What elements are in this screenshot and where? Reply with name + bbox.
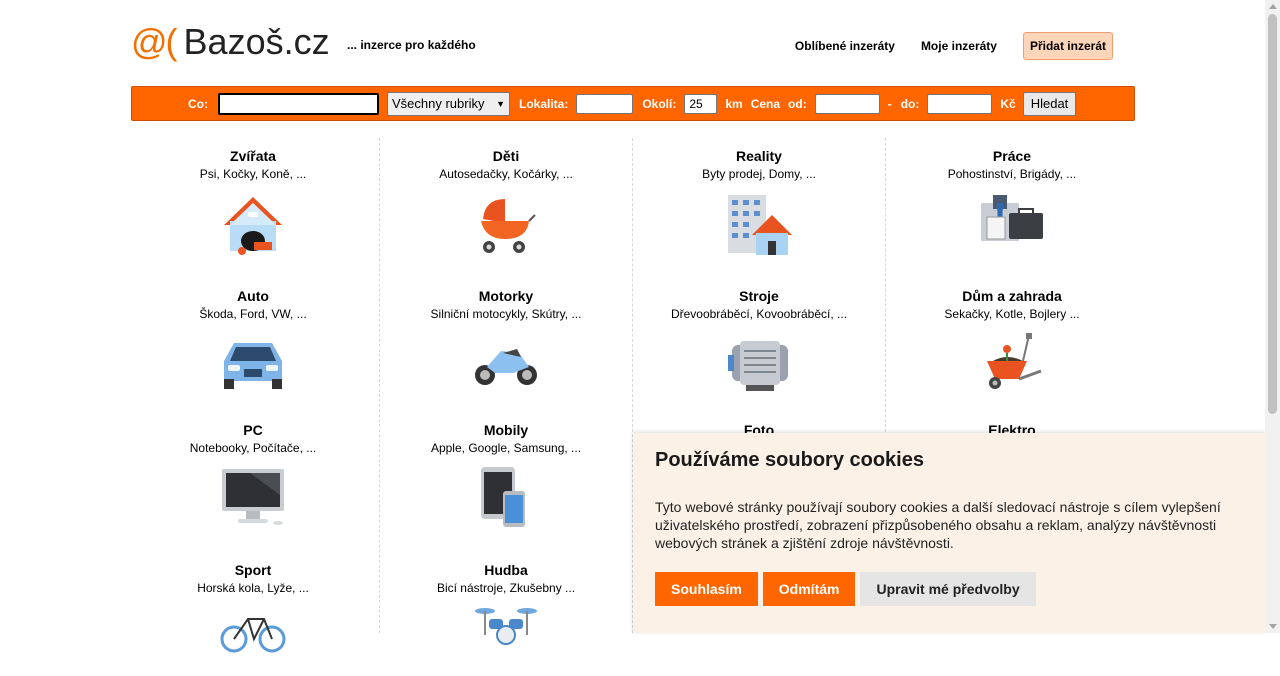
category-select-value: Všechny rubriky: [392, 96, 485, 111]
briefcase-icon[interactable]: [979, 191, 1045, 257]
category-subtitle: Sekačky, Kotle, Bojlery ...: [944, 307, 1080, 321]
category-subtitle: Autosedačky, Kočárky, ...: [439, 167, 573, 181]
category-sport[interactable]: Sport Horská kola, Lyže, ...: [127, 562, 379, 671]
category-subtitle: Notebooky, Počítače, ...: [189, 441, 317, 455]
site-logo[interactable]: @( Bazoš.cz: [131, 22, 330, 62]
price-to-label: do:: [900, 96, 920, 111]
buildings-icon[interactable]: [726, 191, 792, 257]
category-title[interactable]: Motorky: [380, 288, 632, 304]
logo-text: Bazoš.cz: [183, 21, 330, 62]
car-icon[interactable]: [220, 331, 286, 397]
search-button[interactable]: Hledat: [1022, 91, 1077, 116]
category-title[interactable]: Hudba: [380, 562, 632, 578]
category-subtitle: Byty prodej, Domy, ...: [702, 167, 816, 181]
search-bar: Co: Všechny rubriky ▼ Lokalita: Okolí: k…: [131, 86, 1135, 121]
price-from-input[interactable]: [814, 93, 880, 114]
category-mobily[interactable]: Mobily Apple, Google, Samsung, ...: [380, 422, 632, 531]
scrollbar-thumb[interactable]: [1268, 14, 1277, 414]
location-label: Lokalita:: [519, 96, 569, 111]
category-hudba[interactable]: Hudba Bicí nástroje, Zkušebny ...: [380, 562, 632, 671]
bicycle-icon[interactable]: [220, 605, 286, 671]
category-auto[interactable]: Auto Škoda, Ford, VW, ...: [127, 288, 379, 397]
category-prace[interactable]: Práce Pohostinství, Brigády, ...: [886, 148, 1138, 257]
currency-label: Kč: [1000, 96, 1016, 111]
reject-cookies-button[interactable]: Odmítám: [762, 572, 856, 606]
doghouse-icon[interactable]: [220, 191, 286, 257]
category-subtitle: Horská kola, Lyže, ...: [197, 581, 309, 595]
scroll-down-icon[interactable]: [1269, 624, 1277, 629]
category-reality[interactable]: Reality Byty prodej, Domy, ...: [633, 148, 885, 257]
drums-icon[interactable]: [473, 605, 539, 671]
accept-cookies-button[interactable]: Souhlasím: [655, 572, 758, 606]
location-input[interactable]: [576, 93, 634, 114]
cookie-text: Tyto webové stránky používají soubory co…: [655, 499, 1221, 551]
category-subtitle: Pohostinství, Brigády, ...: [947, 167, 1077, 181]
favorites-link[interactable]: Oblíbené inzeráty: [795, 39, 895, 53]
category-subtitle: Bicí nástroje, Zkušebny ...: [436, 581, 576, 595]
category-subtitle: Psi, Kočky, Koně, ...: [199, 167, 307, 181]
category-title[interactable]: Zvířata: [127, 148, 379, 164]
category-deti[interactable]: Děti Autosedačky, Kočárky, ...: [380, 148, 632, 257]
category-title[interactable]: Práce: [886, 148, 1138, 164]
price-from-label: od:: [788, 96, 807, 111]
site-header: @( Bazoš.cz ... inzerce pro každého Oblí…: [131, 22, 1135, 66]
category-title[interactable]: Děti: [380, 148, 632, 164]
category-title[interactable]: Dům a zahrada: [886, 288, 1138, 304]
price-dash: -: [887, 96, 892, 111]
category-subtitle: Apple, Google, Samsung, ...: [430, 441, 582, 455]
category-subtitle: Škoda, Ford, VW, ...: [199, 307, 307, 321]
radius-unit: km: [725, 96, 743, 111]
cookie-banner: Používáme soubory cookies Tyto webové st…: [633, 433, 1265, 633]
machine-icon[interactable]: [726, 331, 792, 397]
category-subtitle: Silniční motocykly, Skútry, ...: [430, 307, 582, 321]
category-select[interactable]: Všechny rubriky ▼: [387, 91, 510, 116]
top-links: Oblíbené inzeráty Moje inzeráty Přidat i…: [769, 32, 1113, 60]
category-subtitle: Dřevoobráběcí, Kovoobráběcí, ...: [670, 307, 848, 321]
radius-input[interactable]: [684, 93, 718, 114]
category-stroje[interactable]: Stroje Dřevoobráběcí, Kovoobráběcí, ...: [633, 288, 885, 397]
chevron-down-icon: ▼: [496, 98, 505, 109]
cookie-settings-button[interactable]: Upravit mé předvolby: [860, 572, 1036, 606]
radius-label: Okolí:: [642, 96, 677, 111]
category-motorky[interactable]: Motorky Silniční motocykly, Skútry, ...: [380, 288, 632, 397]
category-pc[interactable]: PC Notebooky, Počítače, ...: [127, 422, 379, 531]
cookie-title: Používáme soubory cookies: [655, 449, 924, 471]
motorcycle-icon[interactable]: [473, 331, 539, 397]
phone-icon[interactable]: [473, 465, 539, 531]
logo-mark: @(: [131, 21, 178, 62]
page-scrollbar[interactable]: [1265, 0, 1280, 633]
category-title[interactable]: Auto: [127, 288, 379, 304]
category-title[interactable]: Mobily: [380, 422, 632, 438]
wheelbarrow-icon[interactable]: [979, 331, 1045, 397]
category-title[interactable]: Sport: [127, 562, 379, 578]
search-input[interactable]: [218, 92, 379, 115]
stroller-icon[interactable]: [473, 191, 539, 257]
add-ad-button[interactable]: Přidat inzerát: [1022, 32, 1113, 60]
what-label: Co:: [188, 96, 208, 111]
category-title[interactable]: Reality: [633, 148, 885, 164]
price-label: Cena: [750, 96, 781, 111]
cookie-buttons: Souhlasím Odmítám Upravit mé předvolby: [655, 572, 1041, 606]
tagline: ... inzerce pro každého: [347, 38, 476, 52]
category-zvirata[interactable]: Zvířata Psi, Kočky, Koně, ...: [127, 148, 379, 257]
my-ads-link[interactable]: Moje inzeráty: [921, 39, 997, 53]
category-title[interactable]: Stroje: [633, 288, 885, 304]
monitor-icon[interactable]: [220, 465, 286, 531]
scroll-up-icon[interactable]: [1269, 4, 1277, 9]
category-dum-a-zahrada[interactable]: Dům a zahrada Sekačky, Kotle, Bojlery ..…: [886, 288, 1138, 397]
category-title[interactable]: PC: [127, 422, 379, 438]
price-to-input[interactable]: [927, 93, 993, 114]
